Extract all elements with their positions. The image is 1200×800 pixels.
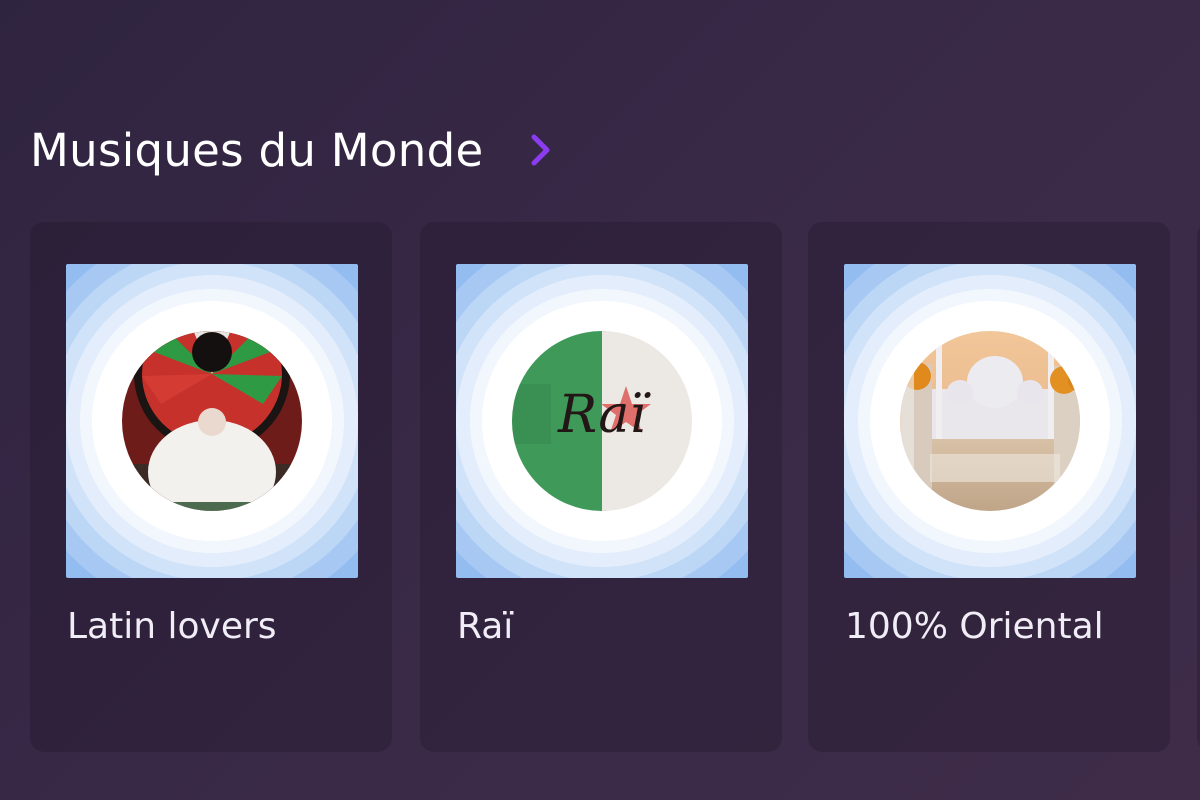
playlist-card-rai[interactable]: Raï Raï: [420, 222, 782, 752]
chevron-right-icon[interactable]: [527, 130, 555, 170]
playlist-cover[interactable]: Raï: [456, 264, 748, 578]
section-header[interactable]: Musiques du Monde: [30, 118, 555, 182]
playlist-title: Raï: [457, 606, 514, 647]
playlist-card-100-oriental[interactable]: 100% Oriental: [808, 222, 1170, 752]
playlist-title: Latin lovers: [67, 606, 277, 647]
playlist-title: 100% Oriental: [845, 606, 1104, 647]
cover-text: Raï: [557, 385, 651, 445]
section-title: Musiques du Monde: [30, 123, 484, 177]
mariachi-sombrero-photo: [122, 331, 302, 511]
algerian-flag-photo: Raï: [512, 331, 692, 511]
playlist-card-latin-lovers[interactable]: Latin lovers: [30, 222, 392, 752]
playlist-cover[interactable]: [66, 264, 358, 578]
mosque-photo: [900, 331, 1080, 511]
playlist-cover[interactable]: [844, 264, 1136, 578]
